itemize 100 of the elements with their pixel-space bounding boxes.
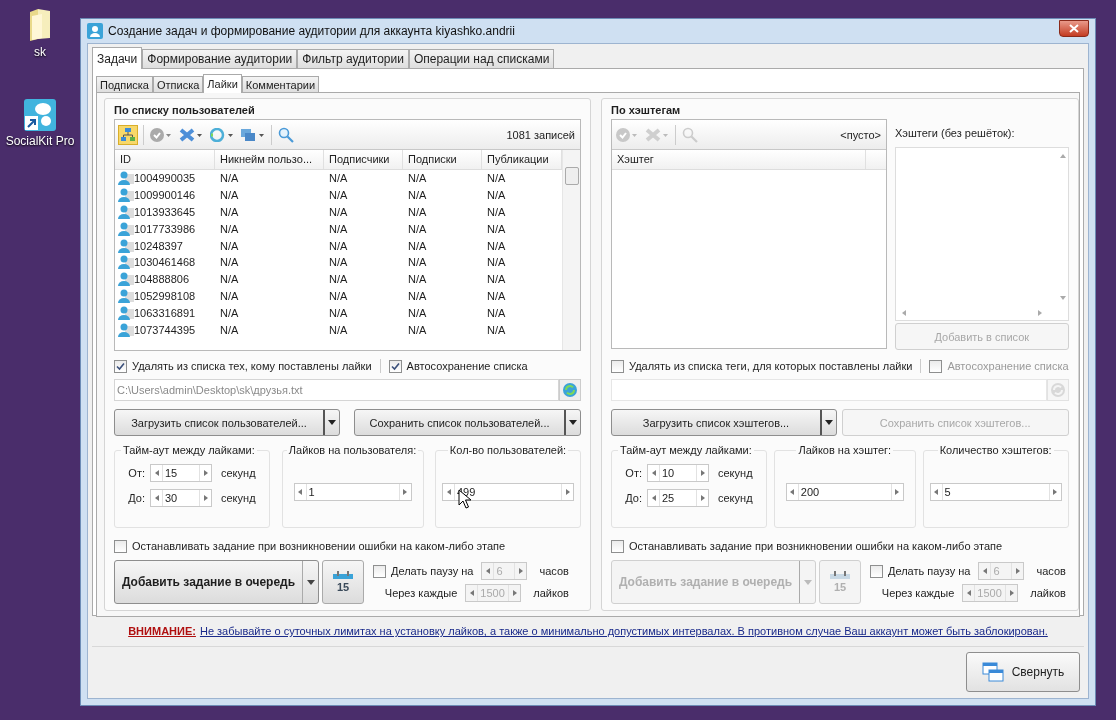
left-arrow-icon	[966, 590, 971, 596]
search-icon	[278, 126, 294, 143]
check-icon	[390, 361, 400, 371]
table-cell: 1009900146	[134, 189, 196, 202]
table-cell-text: N/A	[407, 323, 428, 336]
group-title: Кол-во пользователей:	[447, 444, 569, 456]
scroll-down-icon	[1059, 296, 1066, 300]
number-field[interactable]: 25	[647, 489, 709, 507]
left-arrow-icon	[469, 590, 474, 596]
right-arrow-icon	[700, 470, 705, 476]
file-path-field[interactable]: C:\Users\admin\Desktop\sk\друзья.txt	[114, 379, 559, 401]
scrollbar[interactable]	[562, 150, 580, 350]
table-cell-text: N/A	[407, 306, 428, 319]
table-cell-text: N/A	[407, 172, 428, 185]
field-label: Через каждые	[881, 587, 955, 599]
unit-label: секунд	[221, 492, 256, 504]
desktop-icon-label[interactable]: sk	[34, 45, 46, 59]
autosave-checkbox[interactable]: Автосохранение списка	[388, 359, 528, 373]
table-cell-text: N/A	[486, 289, 507, 302]
dropdown-button[interactable]	[302, 561, 318, 603]
table-cell-text: N/A	[219, 273, 240, 286]
column-header[interactable]: ID	[115, 150, 215, 169]
desktop-icon-label[interactable]: SocialKit Pro	[5, 134, 75, 148]
caret-icon	[306, 579, 315, 585]
file-path-field[interactable]	[611, 379, 1047, 401]
number-field[interactable]: 10	[647, 464, 709, 482]
number-field[interactable]: 5	[929, 482, 1062, 501]
field-label: До:	[127, 492, 145, 504]
refresh-button[interactable]	[559, 379, 581, 401]
table-cell-text: N/A	[328, 256, 349, 269]
column-header[interactable]: Подписчики	[324, 150, 403, 169]
group-title: Количество хэштегов:	[937, 444, 1054, 456]
table-cell-text: N/A	[486, 273, 507, 286]
tab[interactable]: Комментарии	[241, 76, 320, 92]
close-button[interactable]	[1059, 20, 1089, 37]
stop-on-error-checkbox[interactable]: Останавливать задание при возникновении ошибки на каком-либо этапе	[114, 539, 506, 553]
tab[interactable]: Фильтр аудитории	[297, 49, 409, 68]
stop-on-error-checkbox[interactable]: Останавливать задание при возникновении ошибки на каком-либо этапе	[611, 539, 1003, 553]
tab[interactable]: Отписка	[153, 76, 204, 92]
remove-liked-checkbox[interactable]: Удалять из списка теги, для которых поставлены лайки	[611, 359, 913, 373]
group-title: Тайм-аут между лайками:	[121, 444, 257, 456]
table-cell-text: N/A	[486, 222, 507, 235]
table-cell: 104888806	[134, 273, 190, 286]
table-cell-text: N/A	[219, 239, 240, 252]
tab[interactable]: Подписка	[96, 76, 153, 92]
number-field[interactable]: 200	[785, 482, 904, 501]
search-icon	[682, 126, 698, 143]
schedule-button[interactable]: 15	[322, 560, 364, 604]
right-arrow-icon	[700, 495, 705, 501]
tab[interactable]: Задачи	[92, 47, 143, 69]
remove-liked-checkbox[interactable]: Удалять из списка тех, кому поставлены лайки	[114, 359, 372, 373]
table-cell: 1004990035	[134, 172, 196, 185]
number-field[interactable]: 1	[293, 482, 412, 501]
left-arrow-icon	[651, 470, 656, 476]
column-header[interactable]: Подписки	[403, 150, 482, 169]
app-shortcut-icon[interactable]	[24, 99, 56, 131]
table-cell-text: N/A	[328, 273, 349, 286]
tab[interactable]: Операции над списками	[408, 49, 555, 68]
pause-checkbox[interactable]: Делать паузу на	[870, 564, 971, 578]
pause-checkbox[interactable]: Делать паузу на	[373, 564, 474, 578]
tab[interactable]: Лайки	[203, 74, 242, 93]
warning-link[interactable]: Не забывайте о суточных лимитах на установку лайков, а также о минимально допустимых интервалах. В противном случае Ваш аккаунт может быть заблокирован.	[199, 625, 1048, 637]
table-cell-text: N/A	[486, 256, 507, 269]
right-arrow-icon	[895, 488, 900, 495]
user-icon	[118, 255, 134, 270]
right-arrow-icon	[518, 568, 523, 574]
user-icon	[118, 305, 134, 320]
scroll-right-icon	[1037, 310, 1042, 316]
table-cell-text: N/A	[219, 256, 240, 269]
caret-icon	[803, 579, 812, 585]
check-icon	[116, 361, 125, 371]
collapse-button[interactable]: Свернуть	[966, 651, 1080, 692]
folder-icon[interactable]	[28, 8, 52, 42]
unit-label: лайков	[533, 587, 569, 599]
table-cell-text: N/A	[407, 206, 428, 218]
scroll-up-icon	[1059, 154, 1066, 158]
column-header[interactable]: Никнейм пользо...	[215, 150, 324, 169]
table-cell-text: N/A	[407, 273, 428, 286]
table-cell: 1017733986	[134, 222, 196, 235]
tree-view-button[interactable]	[118, 124, 138, 145]
number-field[interactable]: 30	[150, 489, 212, 507]
tab[interactable]: Формирование аудитории	[142, 49, 298, 68]
unit-label: секунд	[221, 467, 256, 479]
right-arrow-icon	[1053, 488, 1058, 495]
table-cell-text: N/A	[486, 239, 507, 252]
window-title: Создание задач и формирование аудитории для аккаунта kiyashko.andrii	[108, 24, 515, 38]
copy-icon	[241, 127, 265, 142]
cross-icon	[179, 127, 203, 142]
table-cell-text: N/A	[486, 172, 507, 185]
right-arrow-icon	[565, 488, 570, 495]
number-field[interactable]: 15	[150, 464, 212, 482]
left-arrow-icon	[298, 488, 302, 495]
scroll-left-icon	[902, 310, 906, 316]
window-icon	[981, 661, 1004, 682]
user-icon	[118, 238, 134, 253]
user-icon	[118, 221, 134, 236]
left-arrow-icon	[154, 495, 159, 501]
table-cell-text: N/A	[328, 323, 349, 336]
table-cell-text: N/A	[219, 222, 240, 235]
user-icon	[118, 188, 134, 203]
